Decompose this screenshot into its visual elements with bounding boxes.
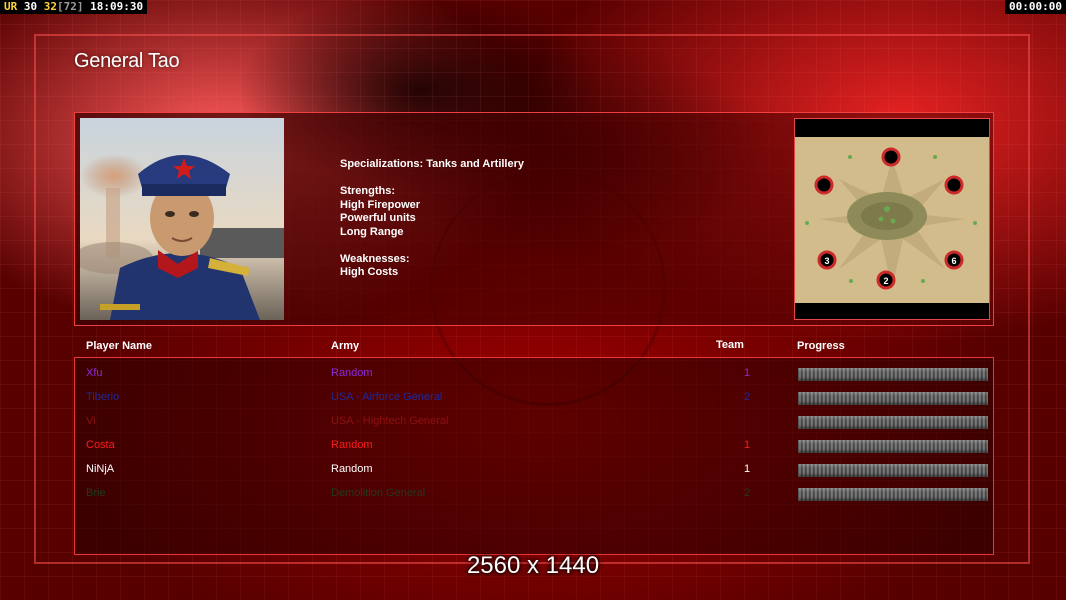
player-army: USA - Airforce General bbox=[331, 391, 443, 403]
player-team: 1 bbox=[744, 367, 751, 379]
specializations-text: Specializations: Tanks and Artillery bbox=[340, 158, 524, 170]
player-name: NiNjA bbox=[86, 463, 115, 475]
player-row: Tiberio USA - Airforce General 2 bbox=[0, 386, 1066, 410]
weaknesses-header: Weaknesses: bbox=[340, 252, 410, 265]
column-header-team: Team bbox=[716, 339, 744, 351]
player-progress-bar bbox=[798, 416, 988, 429]
column-header-army: Army bbox=[331, 340, 360, 352]
player-team: 2 bbox=[744, 391, 751, 403]
hud-fps-target: 32 bbox=[43, 0, 57, 13]
column-header-player-name: Player Name bbox=[86, 340, 153, 352]
player-progress-bar bbox=[798, 440, 988, 453]
player-army: Demolition General bbox=[331, 487, 426, 499]
player-army: Random bbox=[331, 439, 373, 451]
map-slot-label: 2 bbox=[883, 276, 888, 286]
player-team: 1 bbox=[744, 463, 751, 475]
player-row: Brie Demolition General 2 bbox=[0, 482, 1066, 506]
strength-item: High Firepower bbox=[340, 198, 421, 211]
player-progress-bar bbox=[798, 464, 988, 477]
player-progress-bar bbox=[798, 392, 988, 405]
strength-item: Powerful units bbox=[340, 212, 416, 224]
weakness-item: High Costs bbox=[340, 266, 399, 278]
player-row: NiNjA Random 1 bbox=[0, 458, 1066, 482]
hud-timer: 00:00:00 bbox=[1005, 0, 1066, 14]
fps-overlay: UR 30 32[72] 18:09:30 bbox=[0, 0, 148, 14]
player-name: Vi bbox=[86, 415, 96, 427]
hud-clock: 18:09:30 bbox=[83, 0, 144, 13]
player-progress-bar bbox=[798, 488, 988, 501]
strengths-header: Strengths: bbox=[340, 185, 395, 197]
player-army: USA - Hightech General bbox=[331, 415, 449, 427]
map-slot-label: 3 bbox=[824, 256, 829, 266]
general-description: Specializations: Tanks and Artillery Str… bbox=[340, 158, 524, 280]
hud-fps-max: [72] bbox=[57, 0, 84, 13]
strength-item: Long Range bbox=[340, 225, 404, 238]
map-preview: 3 2 6 bbox=[794, 118, 990, 320]
map-preview-image: 3 2 6 bbox=[795, 137, 989, 303]
player-army: Random bbox=[331, 367, 373, 379]
player-progress-bar bbox=[798, 368, 988, 381]
player-name: Brie bbox=[86, 487, 106, 499]
player-team: 1 bbox=[744, 439, 751, 451]
player-row: Xfu Random 1 bbox=[0, 362, 1066, 386]
column-header-progress: Progress bbox=[797, 340, 845, 352]
map-slot-label: 6 bbox=[951, 256, 956, 266]
resolution-label: 2560 x 1440 bbox=[466, 552, 600, 579]
hud-fps: 30 bbox=[23, 0, 44, 13]
player-army: Random bbox=[331, 463, 373, 475]
player-row: Vi USA - Hightech General bbox=[0, 410, 1066, 434]
player-team: 2 bbox=[744, 487, 751, 499]
general-portrait-image bbox=[80, 118, 284, 320]
player-name: Costa bbox=[86, 439, 115, 451]
hud-prefix: UR bbox=[4, 0, 24, 13]
general-title: General Tao bbox=[74, 50, 180, 72]
general-portrait bbox=[80, 118, 284, 320]
player-name: Xfu bbox=[86, 367, 103, 379]
player-row: Costa Random 1 bbox=[0, 434, 1066, 458]
player-name: Tiberio bbox=[86, 391, 120, 403]
